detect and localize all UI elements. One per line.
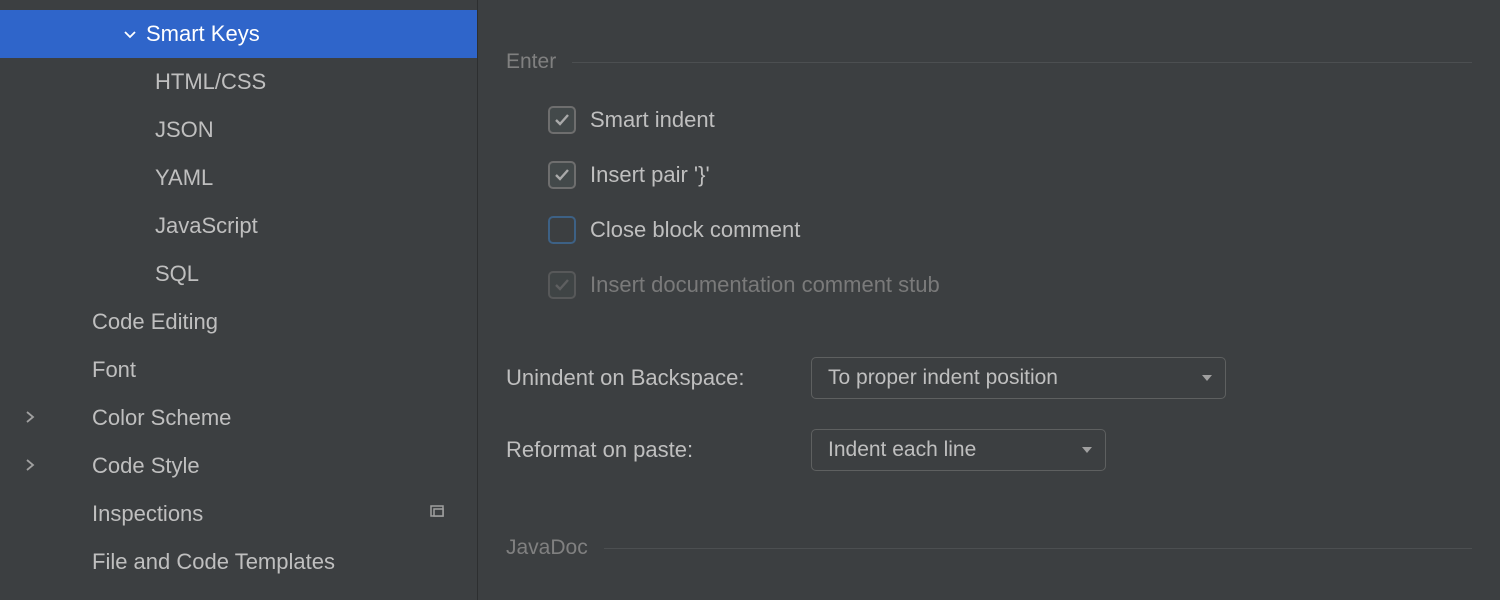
checkbox-smart-indent[interactable] bbox=[548, 106, 576, 134]
overlay-icon bbox=[429, 502, 447, 526]
sidebar-item-label: Smart Keys bbox=[146, 21, 260, 47]
checkbox-row-close-block-comment: Close block comment bbox=[506, 202, 1500, 257]
sidebar-item-label: Color Scheme bbox=[92, 405, 231, 431]
divider bbox=[604, 548, 1472, 549]
form-label-reformat: Reformat on paste: bbox=[506, 437, 811, 463]
form-row-unindent: Unindent on Backspace: To proper indent … bbox=[506, 342, 1500, 414]
select-value: To proper indent position bbox=[828, 366, 1058, 390]
sidebar-item-label: Inspections bbox=[92, 501, 203, 527]
section-title: Enter bbox=[506, 50, 556, 74]
sidebar-item-font[interactable]: Font bbox=[0, 346, 477, 394]
checkbox-row-insert-pair: Insert pair '}' bbox=[506, 147, 1500, 202]
sidebar-item-label: File and Code Templates bbox=[92, 549, 335, 575]
settings-content: Enter Smart indent Insert pair '}' Close… bbox=[478, 0, 1500, 600]
sidebar-item-inspections[interactable]: Inspections bbox=[0, 490, 477, 538]
section-title: JavaDoc bbox=[506, 536, 588, 560]
chevron-down-icon bbox=[1201, 366, 1213, 390]
checkbox-label: Close block comment bbox=[590, 217, 800, 243]
sidebar-item-label: SQL bbox=[155, 261, 199, 287]
settings-sidebar: Smart Keys HTML/CSS JSON YAML JavaScript… bbox=[0, 0, 478, 600]
form-row-reformat: Reformat on paste: Indent each line bbox=[506, 414, 1500, 486]
select-reformat[interactable]: Indent each line bbox=[811, 429, 1106, 471]
chevron-right-icon bbox=[23, 454, 37, 478]
sidebar-item-sql[interactable]: SQL bbox=[0, 250, 477, 298]
sidebar-item-label: Code Style bbox=[92, 453, 200, 479]
sidebar-item-json[interactable]: JSON bbox=[0, 106, 477, 154]
sidebar-item-javascript[interactable]: JavaScript bbox=[0, 202, 477, 250]
checkbox-label: Insert documentation comment stub bbox=[590, 272, 940, 298]
sidebar-item-yaml[interactable]: YAML bbox=[0, 154, 477, 202]
sidebar-item-html-css[interactable]: HTML/CSS bbox=[0, 58, 477, 106]
select-unindent[interactable]: To proper indent position bbox=[811, 357, 1226, 399]
sidebar-item-label: Font bbox=[92, 357, 136, 383]
sidebar-item-smart-keys[interactable]: Smart Keys bbox=[0, 10, 477, 58]
checkbox-insert-pair[interactable] bbox=[548, 161, 576, 189]
checkbox-close-block-comment[interactable] bbox=[548, 216, 576, 244]
form-label-unindent: Unindent on Backspace: bbox=[506, 365, 811, 391]
checkbox-label: Smart indent bbox=[590, 107, 715, 133]
checkbox-row-insert-doc-stub: Insert documentation comment stub bbox=[506, 257, 1500, 312]
section-header-enter: Enter bbox=[506, 50, 1500, 74]
select-value: Indent each line bbox=[828, 438, 976, 462]
checkbox-insert-doc-stub bbox=[548, 271, 576, 299]
chevron-right-icon bbox=[23, 406, 37, 430]
section-header-javadoc: JavaDoc bbox=[506, 536, 1500, 560]
sidebar-item-label: Code Editing bbox=[92, 309, 218, 335]
sidebar-item-label: JavaScript bbox=[155, 213, 258, 239]
chevron-down-icon bbox=[1081, 438, 1093, 462]
chevron-down-icon bbox=[122, 26, 138, 42]
sidebar-item-file-templates[interactable]: File and Code Templates bbox=[0, 538, 477, 586]
sidebar-item-code-editing[interactable]: Code Editing bbox=[0, 298, 477, 346]
sidebar-item-label: JSON bbox=[155, 117, 214, 143]
checkbox-row-smart-indent: Smart indent bbox=[506, 92, 1500, 147]
divider bbox=[572, 62, 1472, 63]
checkbox-label: Insert pair '}' bbox=[590, 162, 710, 188]
sidebar-item-code-style[interactable]: Code Style bbox=[0, 442, 477, 490]
sidebar-item-label: HTML/CSS bbox=[155, 69, 266, 95]
sidebar-item-label: YAML bbox=[155, 165, 213, 191]
sidebar-item-color-scheme[interactable]: Color Scheme bbox=[0, 394, 477, 442]
